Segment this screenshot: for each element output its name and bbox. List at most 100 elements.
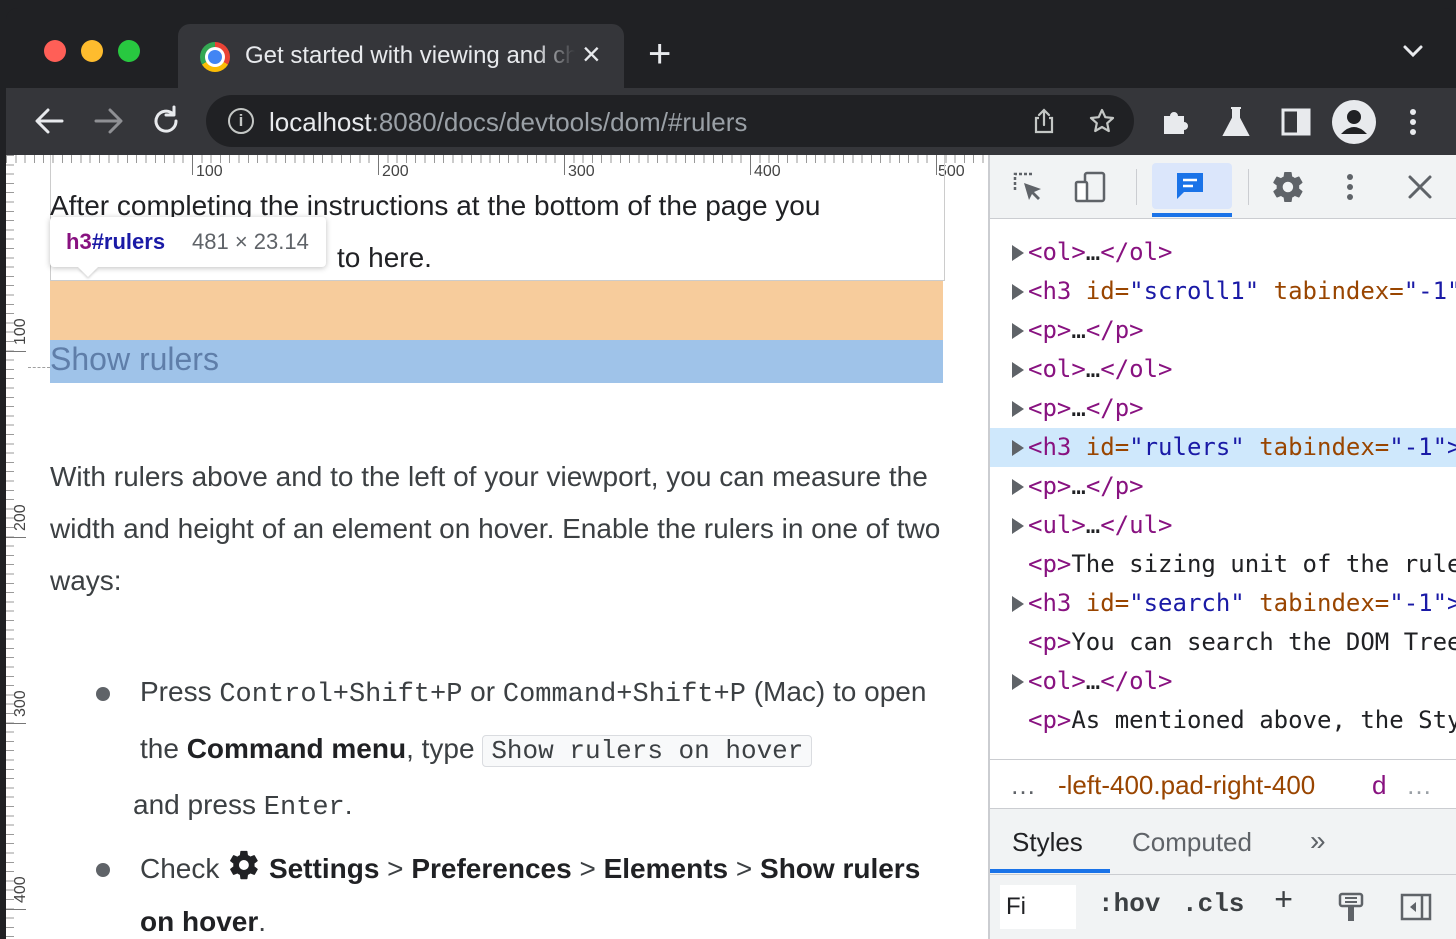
chrome-favicon-icon	[200, 42, 230, 72]
bookmark-star-icon[interactable]	[1088, 107, 1116, 135]
inspect-tooltip: h3#rulers 481 × 23.14	[50, 217, 326, 267]
dom-node-code: <ul>…</ul>	[1028, 506, 1173, 545]
new-style-rule-button[interactable]: +	[1274, 883, 1293, 920]
dom-node-row[interactable]: <p>As mentioned above, the Styles	[990, 701, 1456, 740]
styles-tabbar: Styles Computed »	[990, 809, 1456, 875]
dom-node-row[interactable]: <p>…</p>	[990, 467, 1456, 506]
site-info-icon[interactable]: i	[228, 108, 254, 134]
dom-tag: <h3	[1028, 433, 1086, 461]
active-tab[interactable]: Get started with viewing and changing th…	[178, 24, 624, 88]
devtools-panel: <ol>…</ol><h3 id="scroll1" tabindex="-1"…	[988, 155, 1456, 939]
breadcrumb-overflow-left[interactable]: …	[1010, 770, 1038, 801]
expand-triangle-icon[interactable]	[1012, 401, 1024, 417]
cls-toggle[interactable]: .cls	[1182, 889, 1244, 919]
minimize-window-button[interactable]	[81, 40, 103, 62]
dom-a2: tabindex=	[1244, 433, 1390, 461]
more-tabs-icon[interactable]: »	[1310, 825, 1326, 857]
paint-bucket-icon[interactable]	[1334, 889, 1370, 925]
dom-node-row[interactable]: <h3 id="rulers" tabindex="-1">	[990, 428, 1456, 467]
li1-press: Press	[140, 676, 220, 707]
address-bar[interactable]: i localhost:8080/docs/devtools/dom/#rule…	[206, 95, 1134, 147]
dom-node-row[interactable]: <p>…</p>	[990, 389, 1456, 428]
dom-node-code: <h3 id="scroll1" tabindex="-1">	[1028, 272, 1456, 311]
li1-or: or	[462, 676, 503, 707]
expand-triangle-icon[interactable]	[1012, 245, 1024, 261]
reload-icon[interactable]	[149, 104, 183, 138]
expand-triangle-icon[interactable]	[1012, 440, 1024, 456]
forward-icon[interactable]	[92, 104, 126, 138]
inspect-element-icon[interactable]	[1010, 169, 1046, 205]
ruler-left-label: 100	[12, 318, 29, 345]
expand-triangle-icon[interactable]	[1012, 323, 1024, 339]
dom-mid: …	[1071, 394, 1086, 422]
dom-node-row[interactable]: <ol>…</ol>	[990, 350, 1456, 389]
dom-v2: "-1">	[1389, 433, 1456, 461]
share-icon[interactable]	[1030, 107, 1058, 135]
breadcrumb-item[interactable]: d	[1372, 770, 1386, 801]
dom-node-row[interactable]: <p>…</p>	[990, 311, 1456, 350]
browser-menu-icon[interactable]	[1400, 104, 1426, 140]
dom-node-row[interactable]: <h3 id="scroll1" tabindex="-1">	[990, 272, 1456, 311]
hov-toggle[interactable]: :hov	[1098, 889, 1160, 919]
side-panel-icon[interactable]	[1278, 104, 1314, 140]
tab-close-icon[interactable]: ×	[582, 38, 601, 70]
labs-flask-icon[interactable]	[1218, 104, 1254, 140]
dom-v2: "-1">	[1403, 277, 1456, 305]
li1-and-press: and press	[133, 789, 264, 820]
dom-v2: "-1">	[1389, 589, 1456, 617]
dom-v1: "search"	[1129, 589, 1245, 617]
breadcrumb-item[interactable]: -left-400.pad-right-400	[1058, 770, 1315, 801]
new-tab-button[interactable]: +	[648, 34, 671, 74]
dom-tree: <ol>…</ol><h3 id="scroll1" tabindex="-1"…	[990, 219, 1456, 759]
preferences-text: Preferences	[411, 853, 572, 884]
dom-end: </ul>	[1100, 511, 1173, 539]
close-window-button[interactable]	[44, 40, 66, 62]
dom-node-code: <p>As mentioned above, the Styles	[1028, 701, 1456, 740]
issues-tab[interactable]	[1152, 163, 1232, 209]
shortcut-mac: Command+Shift+P	[502, 680, 746, 710]
command-menu-text: Command menu	[186, 733, 407, 764]
dom-tag: <ol>	[1028, 238, 1086, 266]
expand-triangle-icon[interactable]	[1012, 479, 1024, 495]
toggle-sidebar-icon[interactable]	[1398, 889, 1434, 925]
url-text[interactable]: localhost:8080/docs/devtools/dom/#rulers	[269, 107, 747, 138]
dom-node-row[interactable]: <p>You can search the DOM Tree	[990, 623, 1456, 662]
tab-search-chevron-icon[interactable]	[1400, 38, 1426, 64]
tooltip-id: #rulers	[91, 229, 166, 254]
profile-avatar[interactable]	[1332, 100, 1376, 144]
dom-mid: …	[1085, 355, 1101, 383]
dom-node-row[interactable]: <h3 id="search" tabindex="-1">	[990, 584, 1456, 623]
dom-a1: id=	[1085, 433, 1130, 461]
expand-triangle-icon[interactable]	[1012, 674, 1024, 690]
back-icon[interactable]	[32, 104, 66, 138]
maximize-window-button[interactable]	[118, 40, 140, 62]
expand-triangle-icon[interactable]	[1012, 284, 1024, 300]
devtools-close-icon[interactable]	[1402, 169, 1438, 205]
dom-node-row[interactable]: <p>The sizing unit of the rulers	[990, 545, 1456, 584]
expand-triangle-icon[interactable]	[1012, 596, 1024, 612]
expand-triangle-icon[interactable]	[1012, 362, 1024, 378]
tab-styles[interactable]: Styles	[1012, 827, 1083, 858]
shortcut-windows: Control+Shift+P	[219, 680, 463, 710]
extensions-puzzle-icon[interactable]	[1158, 104, 1194, 140]
ruler-tick	[6, 909, 26, 910]
dom-node-code: <ol>…</ol>	[1028, 350, 1173, 389]
dom-end: </ol>	[1100, 667, 1173, 695]
devtools-toolbar	[990, 155, 1456, 219]
tooltip-size: 481 × 23.14	[192, 229, 309, 254]
devtools-more-icon[interactable]	[1340, 169, 1360, 205]
dom-node-row[interactable]: <ul>…</ul>	[990, 506, 1456, 545]
dom-node-row[interactable]: <ol>…</ol>	[990, 662, 1456, 701]
dom-node-row[interactable]: <ol>…</ol>	[990, 233, 1456, 272]
ruler-left-label: 400	[12, 876, 29, 903]
tab-computed[interactable]: Computed	[1132, 827, 1252, 858]
breadcrumb-overflow-right[interactable]: …	[1406, 770, 1434, 801]
styles-filter-input[interactable]	[1000, 885, 1076, 929]
devtools-settings-icon[interactable]	[1270, 169, 1306, 205]
expand-triangle-icon[interactable]	[1012, 518, 1024, 534]
elements-text: Elements	[603, 853, 729, 884]
device-toolbar-icon[interactable]	[1072, 169, 1108, 205]
page-viewport: 100 200 300 400 500 100 200 300 400 Afte…	[6, 155, 988, 939]
dom-breadcrumbs: … -left-400.pad-right-400 d …	[990, 759, 1456, 809]
dom-tag: <p>	[1028, 628, 1072, 656]
